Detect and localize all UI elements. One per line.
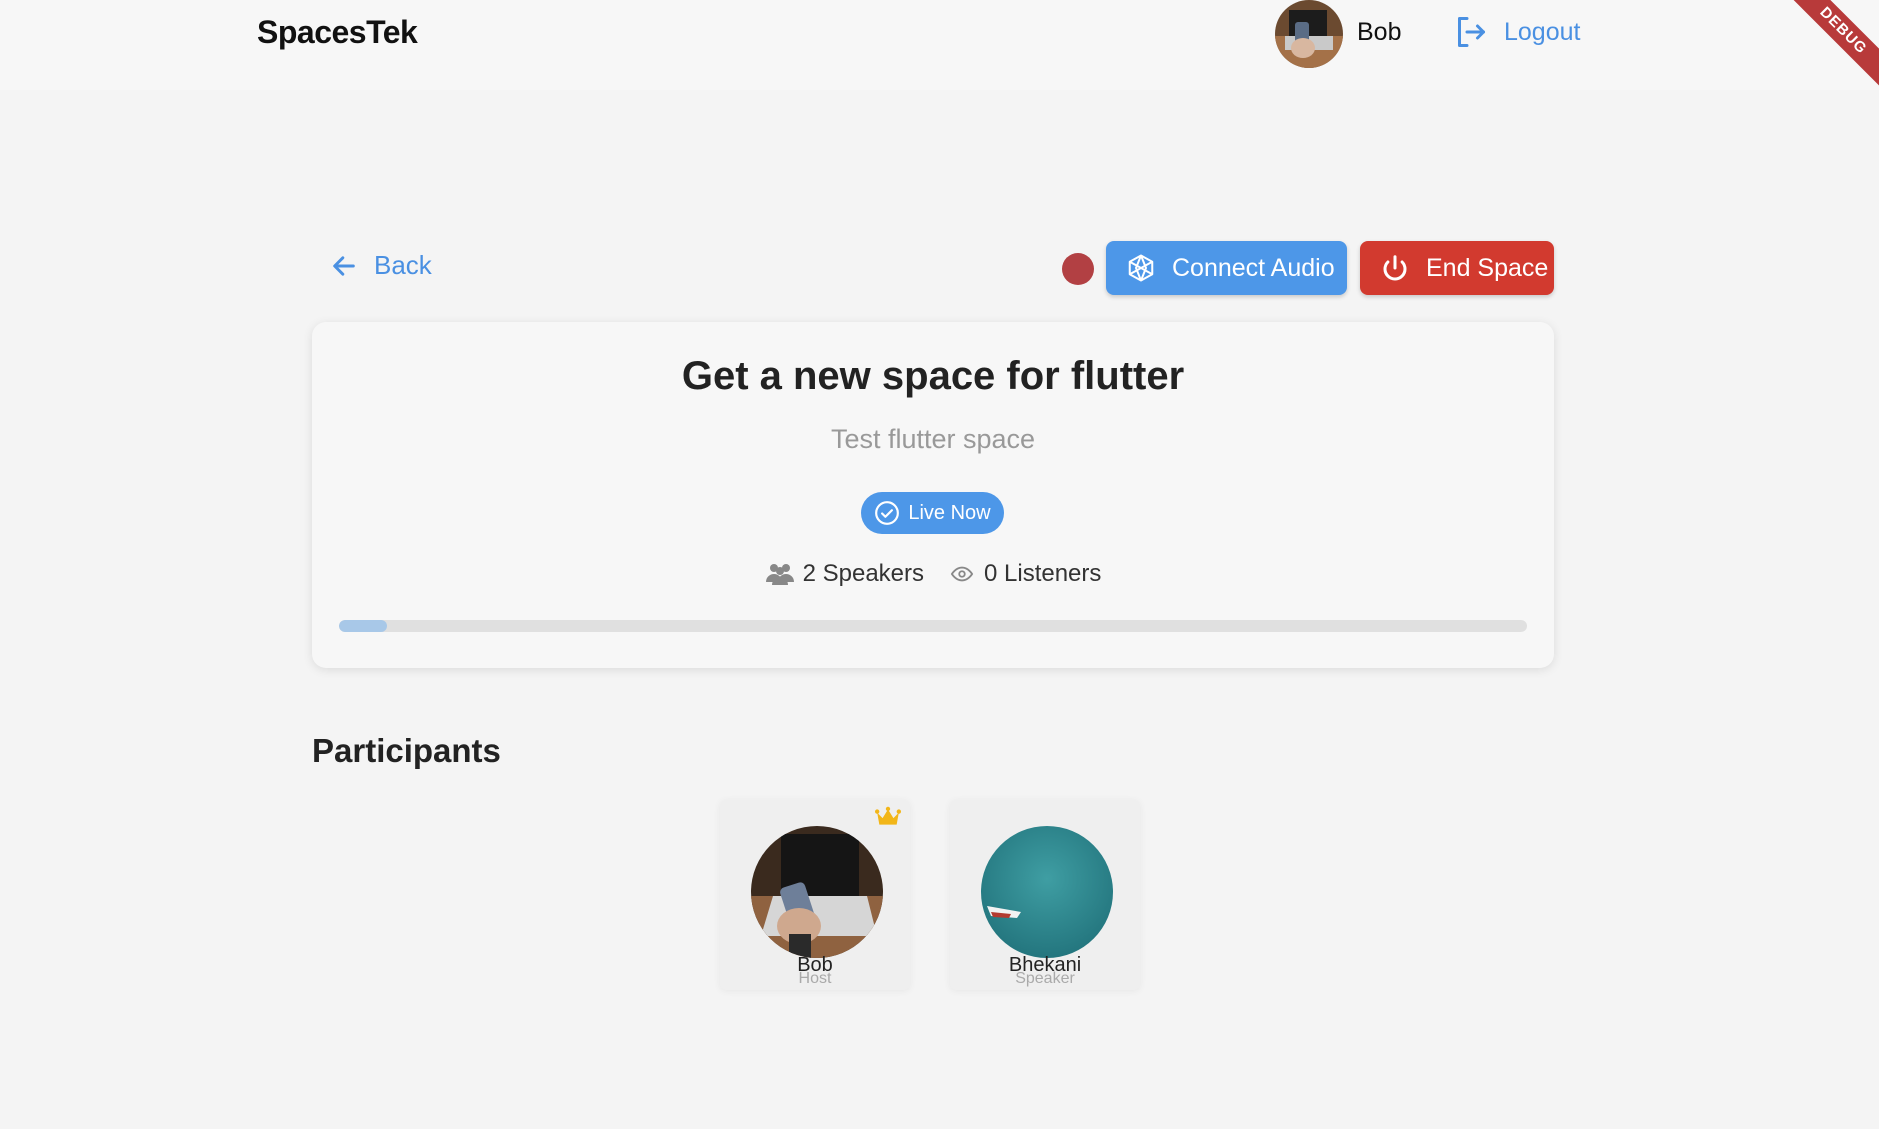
audio-connect-icon: [1128, 254, 1154, 282]
logout-button[interactable]: Logout: [1452, 14, 1580, 50]
user-avatar[interactable]: [1275, 0, 1343, 68]
power-icon: [1383, 255, 1407, 281]
participant-role: Speaker: [1015, 970, 1075, 987]
space-title: Get a new space for flutter: [681, 354, 1185, 398]
participant-avatar: [751, 826, 883, 958]
speakers-stat: 2 Speakers: [765, 560, 924, 588]
participant-role: Host: [798, 970, 832, 987]
end-space-button[interactable]: End Space: [1360, 241, 1554, 295]
logout-icon: [1458, 17, 1485, 47]
connect-audio-button[interactable]: Connect Audio: [1106, 241, 1347, 295]
recording-indicator: [1062, 253, 1094, 285]
live-status-badge: Live Now: [861, 492, 1004, 534]
listeners-stat: 0 Listeners: [948, 560, 1101, 588]
speakers-count: 2 Speakers: [802, 560, 924, 587]
debug-banner: DEBUG: [1784, 0, 1879, 90]
brand-logo: SpacesTek: [257, 14, 418, 50]
back-label: Back: [374, 250, 432, 280]
progress-fill: [339, 620, 387, 632]
space-stats: 2 Speakers 0 Listeners: [312, 560, 1554, 588]
connect-audio-label: Connect Audio: [1172, 253, 1335, 282]
arrow-left-icon: [333, 255, 355, 276]
back-button[interactable]: Back: [330, 250, 432, 281]
participants-heading: Participants: [312, 732, 501, 769]
user-name: Bob: [1357, 18, 1402, 46]
check-circle-icon: [875, 501, 900, 525]
eye-icon: [950, 566, 974, 582]
listeners-count: 0 Listeners: [984, 560, 1102, 587]
people-icon: [765, 564, 794, 585]
crown-icon: [875, 806, 901, 825]
participant-card-bhekani[interactable]: Bhekani Speaker: [950, 800, 1140, 990]
logout-label: Logout: [1504, 17, 1581, 46]
participant-avatar: [981, 826, 1113, 958]
participant-card-bob[interactable]: Bob Host: [720, 800, 910, 990]
space-progress-bar: [339, 620, 1527, 632]
space-subtitle: Test flutter space: [830, 424, 1036, 454]
live-status-label: Live Now: [908, 501, 991, 524]
space-card: Get a new space for flutter Test flutter…: [312, 322, 1554, 668]
top-bar: SpacesTek Bob Logout DEBUG: [0, 0, 1879, 90]
end-space-label: End Space: [1426, 253, 1549, 282]
